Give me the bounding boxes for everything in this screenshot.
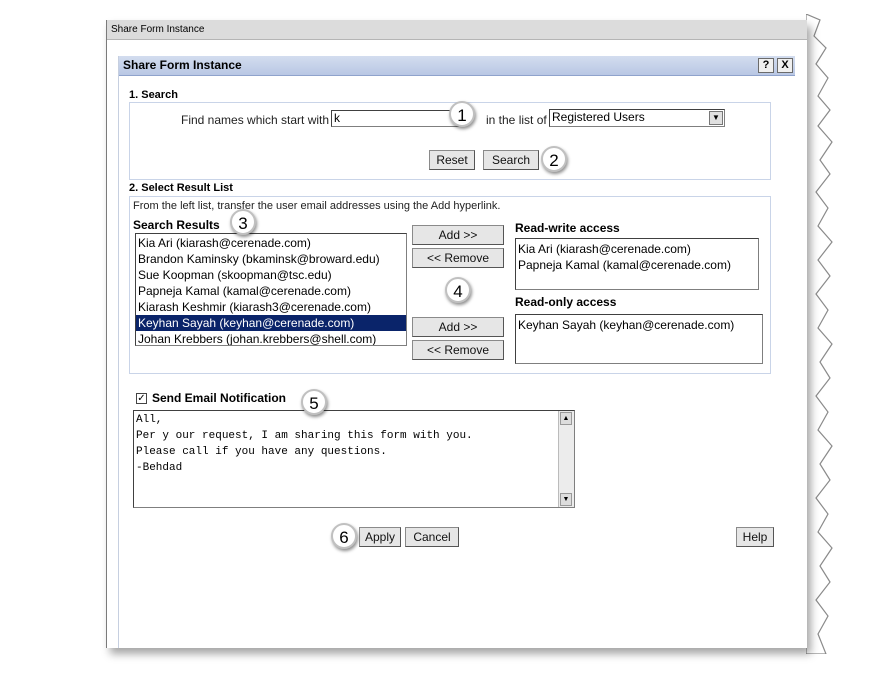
result-list-heading: 2. Select Result List (129, 182, 233, 194)
list-item[interactable]: Brandon Kaminsky (bkaminsk@broward.edu) (136, 251, 406, 267)
list-item[interactable]: Kia Ari (kiarash@cerenade.com) (136, 235, 406, 251)
dialog-title: Share Form Instance (123, 58, 242, 72)
email-message-text: All, Per y our request, I am sharing thi… (136, 414, 473, 474)
user-list-select[interactable]: Registered Users ▼ (549, 109, 725, 127)
email-message-textarea[interactable]: All, Per y our request, I am sharing thi… (133, 410, 575, 508)
send-email-checkbox[interactable]: ✓ (136, 393, 147, 404)
send-email-label: Send Email Notification (152, 391, 287, 405)
read-write-label: Read-write access (515, 221, 620, 235)
list-item[interactable]: Kiarash Keshmir (kiarash3@cerenade.com) (136, 299, 406, 315)
find-names-label: Find names which start with (181, 113, 330, 127)
read-write-list[interactable]: Kia Ari (kiarash@cerenade.com) Papneja Ka… (515, 238, 759, 290)
remove-read-only-button[interactable]: << Remove (412, 340, 504, 360)
list-item[interactable]: Kia Ari (kiarash@cerenade.com) (516, 241, 758, 257)
list-item[interactable]: Papneja Kamal (kamal@cerenade.com) (516, 257, 758, 273)
reset-button[interactable]: Reset (429, 150, 475, 170)
search-results-label: Search Results (133, 218, 220, 232)
read-only-label: Read-only access (515, 295, 617, 309)
dialog-titlebar: Share Form Instance ? X (119, 56, 795, 76)
find-names-input[interactable]: k (331, 110, 463, 127)
list-item[interactable]: Papneja Kamal (kamal@cerenade.com) (136, 283, 406, 299)
list-item[interactable]: Sue Koopman (skoopman@tsc.edu) (136, 267, 406, 283)
textarea-scrollbar[interactable]: ▲ ▼ (558, 411, 574, 507)
callout-5: 5 (301, 389, 327, 415)
add-read-only-button[interactable]: Add >> (412, 317, 504, 337)
list-item[interactable]: Keyhan Sayah (keyhan@cerenade.com) (136, 315, 406, 331)
list-item[interactable]: Keyhan Sayah (keyhan@cerenade.com) (516, 317, 762, 333)
help-button[interactable]: Help (736, 527, 774, 547)
apply-button[interactable]: Apply (359, 527, 401, 547)
scroll-down-icon[interactable]: ▼ (560, 493, 572, 506)
read-only-list[interactable]: Keyhan Sayah (keyhan@cerenade.com) (515, 314, 763, 364)
user-list-selected-value: Registered Users (552, 110, 645, 124)
list-item[interactable]: Johan Krebbers (johan.krebbers@shell.com… (136, 331, 406, 345)
callout-6: 6 (331, 523, 357, 549)
result-list-instruction: From the left list, transfer the user em… (133, 200, 501, 212)
close-icon[interactable]: X (777, 58, 793, 73)
callout-2: 2 (541, 146, 567, 172)
help-icon[interactable]: ? (758, 58, 774, 73)
chevron-down-icon[interactable]: ▼ (709, 111, 723, 125)
remove-read-write-button[interactable]: << Remove (412, 248, 504, 268)
list-of-label: in the list of (486, 113, 547, 127)
callout-4: 4 (445, 277, 471, 303)
window-titlebar: Share Form Instance (107, 20, 807, 40)
torn-edge-decoration (806, 14, 833, 654)
share-form-dialog: Share Form Instance ? X 1. Search Find n… (118, 56, 795, 648)
search-button[interactable]: Search (483, 150, 539, 170)
scroll-up-icon[interactable]: ▲ (560, 412, 572, 425)
cancel-button[interactable]: Cancel (405, 527, 459, 547)
callout-1: 1 (449, 101, 475, 127)
search-section-heading: 1. Search (129, 89, 178, 101)
add-read-write-button[interactable]: Add >> (412, 225, 504, 245)
share-form-window: Share Form Instance Share Form Instance … (106, 20, 807, 648)
search-results-list[interactable]: Kia Ari (kiarash@cerenade.com) Brandon Ka… (135, 233, 407, 346)
callout-3: 3 (230, 209, 256, 235)
